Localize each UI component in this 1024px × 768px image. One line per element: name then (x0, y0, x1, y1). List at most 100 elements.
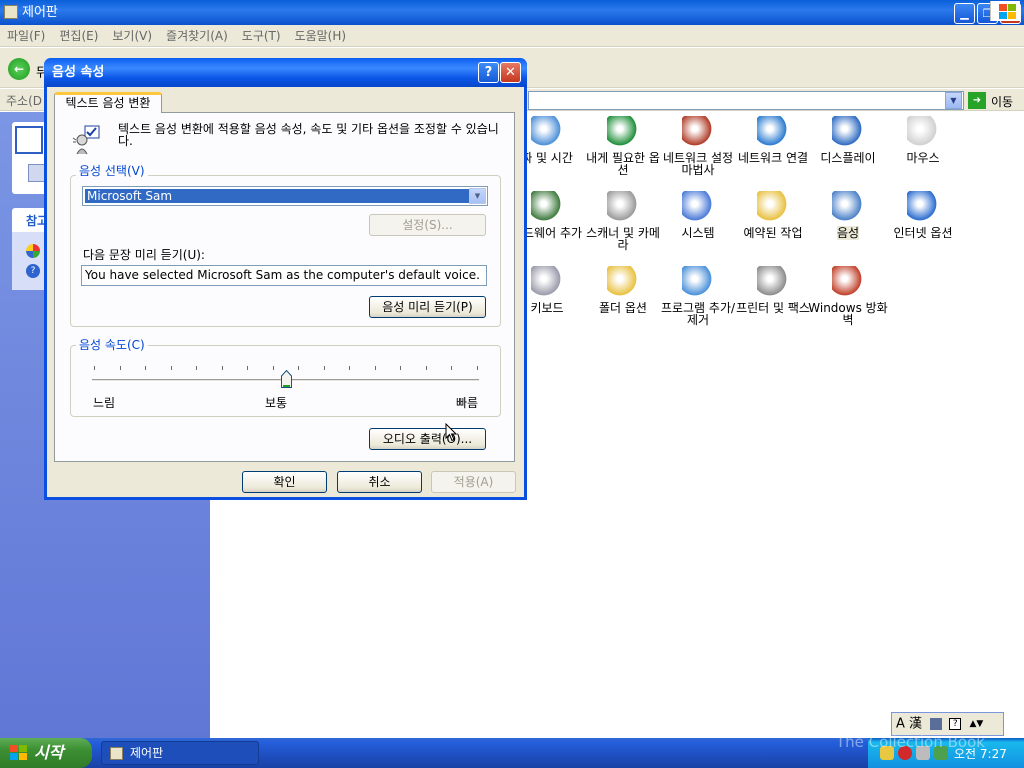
control-panel-item[interactable]: 프린터 및 팩스 (733, 266, 813, 314)
control-panel-item-label: 짜 및 시간 (521, 151, 573, 165)
control-panel-item[interactable]: 예약된 작업 (733, 191, 813, 239)
folder-options-icon (607, 266, 639, 298)
control-panel-item-label: 네트워크 연결 (737, 151, 809, 165)
control-panel-icon (110, 747, 123, 760)
control-panel-item-label: Windows 방화벽 (808, 301, 888, 327)
clock-calendar-icon (531, 116, 563, 148)
control-panel-check-icon (15, 126, 43, 154)
help-button[interactable]: ? (478, 62, 499, 83)
control-panel-item-label: 내게 필요한 옵션 (586, 151, 660, 177)
control-panel-item[interactable]: 디스플레이 (808, 116, 888, 164)
control-panel-item[interactable]: 네트워크 연결 (733, 116, 813, 164)
mouse-cursor-icon (445, 423, 457, 442)
speed-tick (349, 366, 350, 370)
speed-tick (451, 366, 452, 370)
network-setup-icon (682, 116, 714, 148)
language-bar-options-icon[interactable]: ▲▼ (969, 713, 983, 735)
menu-help[interactable]: 도움말(H) (288, 25, 354, 47)
dialog-description: 텍스트 음성 변환에 적용할 음성 속성, 속도 및 기타 옵션을 조정할 수 … (118, 122, 499, 148)
control-panel-item-label: 프린터 및 팩스 (736, 301, 810, 315)
control-panel-item[interactable]: Windows 방화벽 (808, 266, 888, 326)
watermark: The Collection Book (836, 733, 985, 751)
speed-tick (272, 366, 274, 370)
menu-tools[interactable]: 도구(T) (235, 25, 288, 47)
voice-select[interactable]: Microsoft Sam ▼ (82, 186, 488, 206)
control-panel-item[interactable]: 인터넷 옵션 (883, 191, 963, 239)
system-icon (682, 191, 714, 223)
dialog-close-button[interactable]: ✕ (500, 62, 521, 83)
address-input[interactable] (528, 91, 964, 110)
control-panel-item-label: 네트워크 설정 마법사 (662, 151, 734, 177)
voice-select-value[interactable]: Microsoft Sam (84, 188, 470, 204)
menu-favorites[interactable]: 즐겨찾기(A) (159, 25, 235, 47)
speed-tick (476, 366, 478, 370)
windows-update-icon[interactable] (26, 244, 40, 258)
control-panel-item-label: 프로그램 추가/제거 (660, 301, 736, 327)
window-title-bar[interactable]: 제어판 (0, 0, 1024, 25)
ime-mode-label[interactable]: A 漢 (896, 717, 922, 732)
minimize-button[interactable]: ▁ (954, 3, 975, 24)
control-panel-item-label: 스캐너 및 카메라 (586, 226, 660, 252)
speed-tick (425, 366, 427, 370)
voice-speed-legend: 음성 속도(C) (76, 336, 148, 353)
control-panel-item-label: 인터넷 옵션 (893, 226, 953, 240)
speed-fast-label: 빠름 (456, 396, 479, 410)
speed-slow-label: 느림 (93, 396, 116, 410)
speed-tick (119, 366, 121, 370)
control-panel-item[interactable]: 폴더 옵션 (583, 266, 663, 314)
apply-button[interactable]: 적용(A) (431, 471, 516, 493)
help-icon[interactable]: ? (949, 718, 962, 730)
taskbar-item-control-panel[interactable]: 제어판 (101, 741, 259, 765)
firewall-icon (832, 266, 864, 298)
audio-output-button[interactable]: 오디오 출력(O)... (369, 428, 486, 450)
control-panel-item-label: 예약된 작업 (743, 226, 803, 240)
speed-slider-thumb[interactable] (280, 370, 292, 388)
control-panel-item-label: 음성 (836, 226, 860, 240)
menu-edit[interactable]: 편집(E) (52, 25, 105, 47)
address-dropdown-icon[interactable]: ▼ (945, 92, 962, 109)
scanner-camera-icon (607, 191, 639, 223)
network-connections-icon (757, 116, 789, 148)
dialog-title[interactable]: 음성 속성 (44, 58, 527, 87)
control-panel-item[interactable]: 내게 필요한 옵션 (583, 116, 663, 176)
address-label: 주소(D (6, 94, 43, 108)
mouse-icon (907, 116, 939, 148)
speed-tick (323, 366, 325, 370)
ok-button[interactable]: 확인 (242, 471, 327, 493)
speed-tick (247, 366, 248, 370)
speed-tick (400, 366, 401, 370)
voice-selection-legend: 음성 선택(V) (76, 162, 148, 179)
preview-voice-button[interactable]: 음성 미리 듣기(P) (369, 296, 486, 318)
speed-normal-label: 보통 (265, 396, 288, 410)
control-panel-item-label: 디스플레이 (820, 151, 876, 165)
ime-pad-icon[interactable] (930, 718, 943, 730)
speed-tick (196, 366, 197, 370)
menu-file[interactable]: 파일(F) (0, 25, 52, 47)
speech-icon (832, 191, 864, 223)
chevron-down-icon[interactable]: ▼ (469, 188, 486, 204)
taskbar-item-label: 제어판 (130, 746, 164, 760)
internet-options-icon (907, 191, 939, 223)
cancel-button[interactable]: 취소 (337, 471, 422, 493)
menu-bar: 파일(F) 편집(E) 보기(V) 즐겨찾기(A) 도구(T) 도움말(H) (0, 25, 1024, 47)
control-panel-item[interactable]: 마우스 (883, 116, 963, 164)
printers-faxes-icon (757, 266, 789, 298)
preview-text-input[interactable]: You have selected Microsoft Sam as the c… (81, 265, 487, 286)
tab-text-to-speech[interactable]: 텍스트 음성 변환 (54, 92, 162, 113)
go-button-label[interactable]: 이동 (991, 93, 1013, 110)
control-panel-item[interactable]: 음성 (808, 191, 888, 240)
menu-view[interactable]: 보기(V) (105, 25, 159, 47)
control-panel-item[interactable]: 프로그램 추가/제거 (658, 266, 738, 326)
settings-button[interactable]: 설정(S)... (369, 214, 486, 236)
back-arrow-icon[interactable]: ← (8, 58, 30, 80)
help-icon[interactable]: ? (26, 264, 40, 278)
go-arrow-icon[interactable]: ➜ (968, 92, 986, 109)
control-panel-item-label: 키보드 (530, 301, 564, 315)
control-panel-icon (4, 5, 18, 19)
add-hardware-icon (531, 191, 563, 223)
control-panel-item[interactable]: 시스템 (658, 191, 738, 239)
scheduled-tasks-icon (757, 191, 789, 223)
control-panel-item[interactable]: 스캐너 및 카메라 (583, 191, 663, 251)
speed-tick (170, 366, 172, 370)
control-panel-item[interactable]: 네트워크 설정 마법사 (658, 116, 738, 176)
